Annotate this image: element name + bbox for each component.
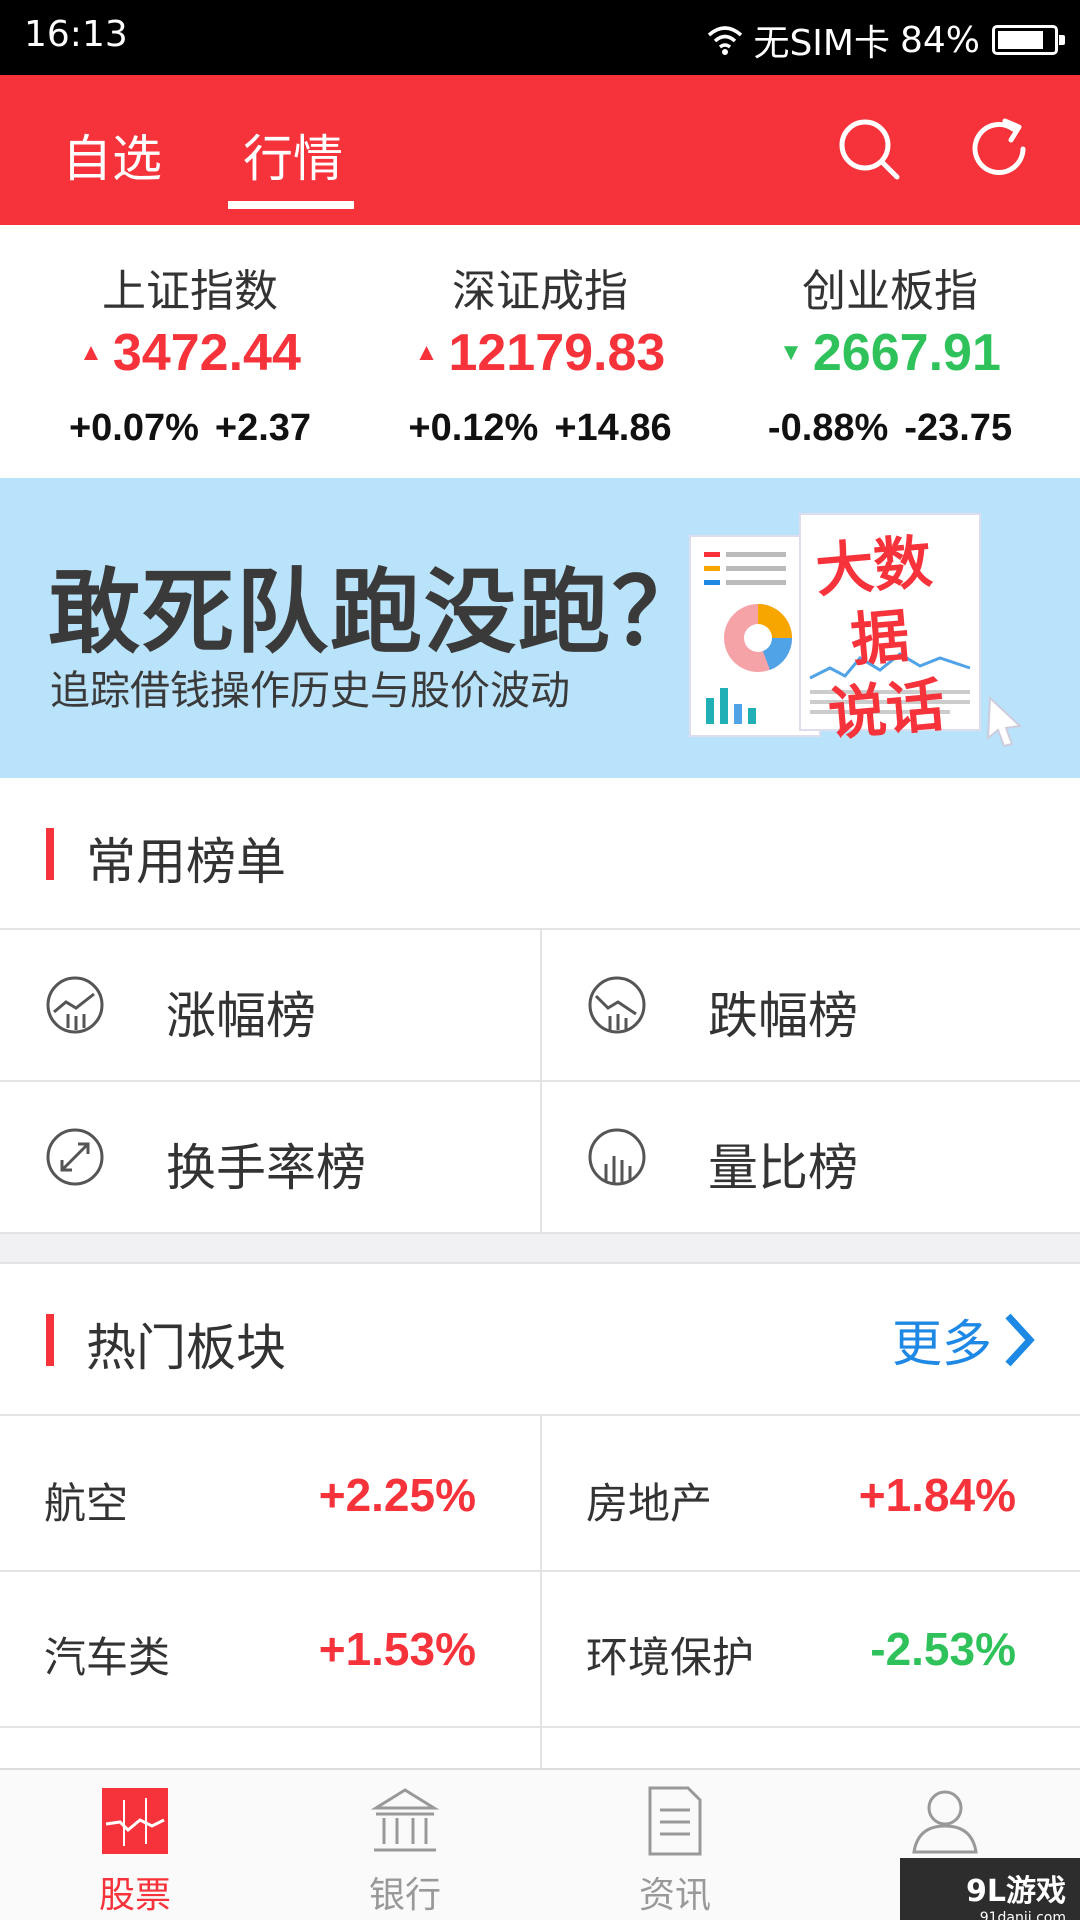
list-label: 换手率榜 — [166, 1139, 366, 1197]
index-card[interactable]: 深证成指 ▲ 12179.83 +0.12% +14.86 — [360, 225, 720, 478]
rise-chart-icon — [46, 976, 104, 1034]
search-icon[interactable] — [833, 113, 905, 185]
battery-text: 84% — [899, 19, 980, 61]
index-card[interactable]: 上证指数 ▲ 3472.44 +0.07% +2.37 — [10, 225, 370, 478]
wifi-icon — [708, 26, 743, 55]
section-marker — [46, 828, 54, 880]
nav-label: 银行 — [368, 1875, 441, 1916]
up-arrow-icon: ▲ — [414, 339, 439, 366]
sector-item[interactable]: 航空 +2.25% — [0, 1414, 540, 1570]
nav-bank[interactable]: 银行 — [270, 1770, 540, 1920]
index-change: -0.88% -23.75 — [767, 407, 1013, 449]
tab-watchlist[interactable]: 自选 — [62, 119, 162, 191]
list-label: 量比榜 — [708, 1139, 858, 1197]
nav-label: 资讯 — [638, 1875, 711, 1916]
sector-name: 环境保护 — [586, 1633, 755, 1682]
volume-ratio-icon — [588, 1128, 646, 1186]
sector-change: +2.25% — [318, 1469, 476, 1521]
list-item-gainers[interactable]: 涨幅榜 — [0, 928, 540, 1080]
refresh-icon[interactable] — [965, 113, 1037, 185]
index-change: +0.12% +14.86 — [408, 407, 672, 449]
index-value: ▼ 2667.91 — [779, 324, 1001, 382]
section-divider — [0, 1232, 1080, 1264]
section-title: 常用榜单 — [86, 833, 286, 891]
nav-stocks[interactable]: 股票 — [0, 1770, 270, 1920]
sector-name: 房地产 — [586, 1479, 713, 1528]
sector-item[interactable]: 环境保护 -2.53% — [540, 1570, 1080, 1726]
list-item-volume-ratio[interactable]: 量比榜 — [540, 1080, 1080, 1232]
sector-change: +1.84% — [858, 1469, 1016, 1521]
list-item-losers[interactable]: 跌幅榜 — [540, 928, 1080, 1080]
bank-icon — [370, 1788, 440, 1852]
sector-item[interactable]: 房地产 +1.84% — [540, 1414, 1080, 1570]
chevron-right-icon — [1005, 1313, 1035, 1367]
index-value: ▲ 3472.44 — [79, 324, 301, 382]
index-name: 深证成指 — [452, 266, 628, 317]
nav-news[interactable]: 资讯 — [540, 1770, 810, 1920]
watermark: 9L游戏 91danji.com — [900, 1858, 1080, 1920]
list-label: 涨幅榜 — [166, 987, 316, 1045]
user-icon — [912, 1790, 978, 1854]
status-time: 16:13 — [24, 14, 128, 55]
banner-badge: 大数据 说话 — [812, 527, 948, 749]
hot-sectors-header: 热门板块 更多 — [0, 1264, 1080, 1414]
down-arrow-icon: ▼ — [779, 339, 803, 366]
market-indices: 上证指数 ▲ 3472.44 +0.07% +2.37 深证成指 ▲ 12179.83… — [0, 225, 1080, 478]
sector-change: -2.53% — [870, 1623, 1016, 1675]
sector-item[interactable] — [540, 1726, 1080, 1768]
section-marker — [46, 1314, 54, 1366]
battery-icon — [992, 25, 1065, 55]
nav-label: 股票 — [98, 1875, 171, 1916]
sector-item[interactable] — [0, 1726, 540, 1768]
sector-name: 汽车类 — [44, 1633, 171, 1682]
index-value: ▲ 12179.83 — [414, 324, 666, 382]
index-change: +0.07% +2.37 — [68, 407, 312, 449]
up-arrow-icon: ▲ — [79, 339, 103, 366]
index-name: 上证指数 — [102, 266, 278, 317]
stock-icon — [102, 1788, 168, 1854]
status-bar: 16:13 无SIM卡 84% — [0, 0, 1080, 75]
status-right: 无SIM卡 84% — [697, 14, 1065, 66]
carrier-text: 无SIM卡 — [753, 23, 890, 64]
sector-item[interactable]: 汽车类 +1.53% — [0, 1570, 540, 1726]
more-label: 更多 — [892, 1315, 992, 1373]
list-label: 跌幅榜 — [708, 987, 858, 1045]
section-title: 热门板块 — [86, 1319, 286, 1377]
list-item-turnover[interactable]: 换手率榜 — [0, 1080, 540, 1232]
index-name: 创业板指 — [802, 266, 978, 317]
index-card[interactable]: 创业板指 ▼ 2667.91 -0.88% -23.75 — [710, 225, 1070, 478]
sector-change: +1.53% — [318, 1623, 476, 1675]
tab-market[interactable]: 行情 — [243, 119, 343, 191]
fall-chart-icon — [588, 976, 646, 1034]
banner-title: 敢死队跑没跑？ — [48, 559, 707, 666]
turnover-icon — [46, 1128, 104, 1186]
promo-banner[interactable]: 敢死队跑没跑？ 追踪借钱操作历史与股价波动 大数据 说话 — [0, 478, 1080, 778]
sector-name: 航空 — [44, 1479, 129, 1528]
more-link[interactable]: 更多 — [892, 1304, 1036, 1376]
news-icon — [648, 1786, 702, 1856]
common-lists-header: 常用榜单 — [0, 778, 1080, 928]
app-header: 自选 行情 — [0, 75, 1080, 225]
active-tab-indicator — [228, 201, 354, 209]
banner-subtitle: 追踪借钱操作历史与股价波动 — [50, 668, 570, 714]
